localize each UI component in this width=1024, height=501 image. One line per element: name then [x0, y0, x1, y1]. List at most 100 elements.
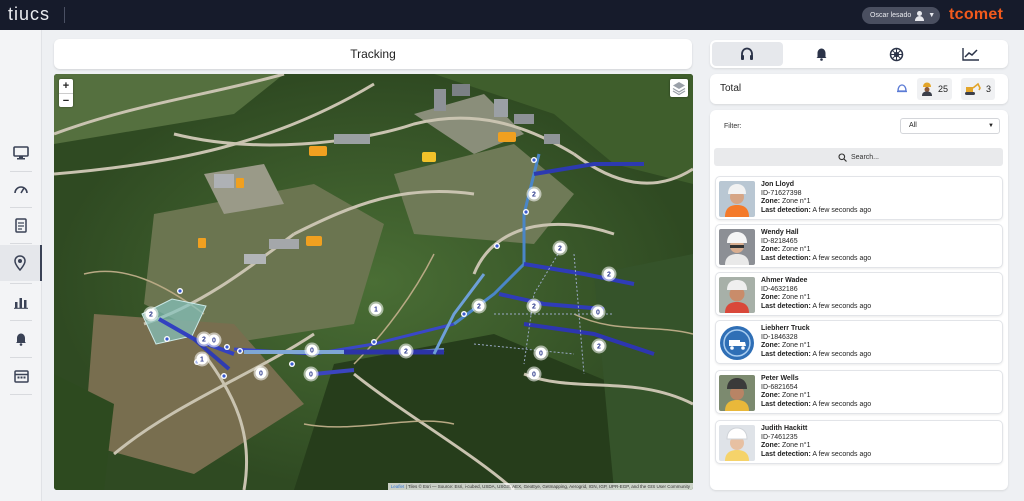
entity-detection: A few seconds ago [812, 450, 872, 458]
entity-name: Wendy Hall [761, 229, 799, 236]
machines-count: 3 [986, 84, 992, 94]
cluster-marker[interactable]: 2 [526, 298, 542, 314]
detection-label: Last detection: [761, 400, 811, 408]
tab-statistics[interactable] [936, 42, 1007, 66]
report-icon [15, 217, 27, 233]
list-item[interactable]: Judith Hackitt ID-7461235 Zone: Zone n°1… [715, 420, 1003, 464]
cluster-count: 2 [404, 349, 408, 356]
search-input[interactable]: Search... [714, 148, 1003, 166]
cluster-marker[interactable]: 0 [304, 342, 320, 358]
list-item[interactable]: Ahmer Wadee ID-4632186 Zone: Zone n°1 La… [715, 272, 1003, 316]
cluster-count: 1 [200, 357, 204, 364]
cluster-marker[interactable]: 2 [143, 306, 159, 322]
tab-alerts[interactable] [787, 42, 858, 66]
entity-id: ID-7461235 [761, 433, 798, 441]
list-item[interactable]: Peter Wells ID-6821654 Zone: Zone n°1 La… [715, 370, 1003, 414]
excavator-icon [965, 82, 981, 95]
nav-tracking[interactable] [0, 245, 42, 281]
map-canvas[interactable]: 222222000120002102 [54, 74, 693, 490]
entity-name: Peter Wells [761, 375, 799, 382]
cluster-count: 2 [477, 304, 481, 311]
wheel-icon [889, 47, 903, 61]
cluster-marker[interactable]: 0 [253, 365, 269, 381]
zoom-control: + − [59, 79, 73, 107]
cluster-count: 0 [212, 338, 216, 345]
user-menu[interactable]: Oscar lesado ▼ [862, 7, 940, 24]
zoom-in-button[interactable]: + [59, 79, 73, 93]
leaflet-link[interactable]: Leaflet [391, 484, 405, 489]
cluster-marker[interactable]: 0 [526, 366, 542, 382]
page-title: Tracking [350, 47, 396, 61]
filter-label: Filter: [724, 123, 742, 130]
layers-icon [672, 82, 686, 96]
cluster-marker[interactable]: 0 [533, 345, 549, 361]
entity-detection: A few seconds ago [812, 350, 872, 358]
filter-select[interactable]: All ▼ [900, 118, 1000, 134]
tab-machines[interactable] [861, 42, 932, 66]
entity-id: ID-4632186 [761, 285, 798, 293]
cluster-marker[interactable]: 1 [368, 301, 384, 317]
cluster-marker[interactable]: 2 [471, 298, 487, 314]
avatar [719, 425, 755, 461]
tracked-entities-panel: Filter: All ▼ Search... Jon Lloyd ID-716… [710, 110, 1008, 490]
cluster-marker[interactable]: 0 [303, 366, 319, 382]
monitor-icon [13, 146, 29, 160]
nav-monitor[interactable] [0, 135, 42, 171]
bell-icon [816, 48, 827, 61]
total-bar: Total 25 3 [710, 74, 1008, 104]
nav-reports[interactable] [0, 207, 42, 243]
cluster-count: 0 [309, 372, 313, 379]
avatar [719, 325, 755, 361]
entity-detection: A few seconds ago [812, 400, 872, 408]
cluster-marker[interactable]: 2 [552, 240, 568, 256]
cluster-count: 2 [202, 337, 206, 344]
entity-zone: Zone n°1 [782, 342, 811, 349]
cluster-count: 2 [532, 192, 536, 199]
workers-count-badge[interactable]: 25 [917, 78, 953, 100]
map-attribution: Leaflet | Tiles © Esri — Source: Esri, i… [387, 483, 693, 490]
list-item[interactable]: Jon Lloyd ID-71627398 Zone: Zone n°1 Las… [715, 176, 1003, 220]
workers-count: 25 [938, 84, 949, 94]
nav-analytics[interactable] [0, 284, 42, 320]
cluster-count: 0 [539, 351, 543, 358]
cluster-marker[interactable]: 2 [526, 186, 542, 202]
cluster-count: 2 [149, 312, 153, 319]
cluster-marker[interactable]: 0 [590, 304, 606, 320]
layers-button[interactable] [670, 79, 688, 97]
brand-divider [64, 7, 65, 23]
avatar [719, 375, 755, 411]
machines-count-badge[interactable]: 3 [961, 78, 996, 100]
cluster-marker[interactable]: 2 [398, 343, 414, 359]
list-item-details: Ahmer Wadee ID-4632186 Zone: Zone n°1 La… [761, 277, 871, 311]
nav-dashboard[interactable] [0, 171, 42, 207]
zone-label: Zone: [761, 342, 781, 349]
list-item[interactable]: Liebherr Truck ID-1846328 Zone: Zone n°1… [715, 320, 1003, 364]
cluster-marker[interactable]: 2 [601, 266, 617, 282]
list-item-details: Judith Hackitt ID-7461235 Zone: Zone n°1… [761, 425, 871, 459]
cluster-count: 0 [596, 310, 600, 317]
cluster-count: 1 [374, 307, 378, 314]
detection-label: Last detection: [761, 302, 811, 310]
avatar [719, 181, 755, 217]
nav-calendar[interactable] [0, 358, 42, 394]
zoom-out-button[interactable]: − [59, 93, 73, 107]
nav-alerts[interactable] [0, 321, 42, 357]
entity-id: ID-1846328 [761, 333, 798, 341]
satellite-map[interactable]: 222222000120002102 + − Leaflet | Tiles ©… [54, 74, 693, 490]
avatar [719, 229, 755, 265]
cluster-count: 2 [532, 304, 536, 311]
entity-name: Ahmer Wadee [761, 277, 808, 284]
cluster-marker[interactable]: 2 [196, 331, 212, 347]
worker-icon [922, 82, 932, 96]
cluster-marker[interactable]: 1 [194, 351, 210, 367]
zone-label: Zone: [761, 294, 781, 301]
entity-zone: Zone n°1 [782, 294, 811, 301]
page-title-bar: Tracking [54, 39, 692, 69]
cluster-marker[interactable]: 2 [591, 338, 607, 354]
tab-support[interactable] [712, 42, 783, 66]
user-icon [915, 10, 925, 21]
entity-zone: Zone n°1 [782, 198, 811, 205]
zone-label: Zone: [761, 392, 781, 399]
list-item[interactable]: Wendy Hall ID-8218465 Zone: Zone n°1 Las… [715, 224, 1003, 268]
detection-label: Last detection: [761, 206, 811, 214]
